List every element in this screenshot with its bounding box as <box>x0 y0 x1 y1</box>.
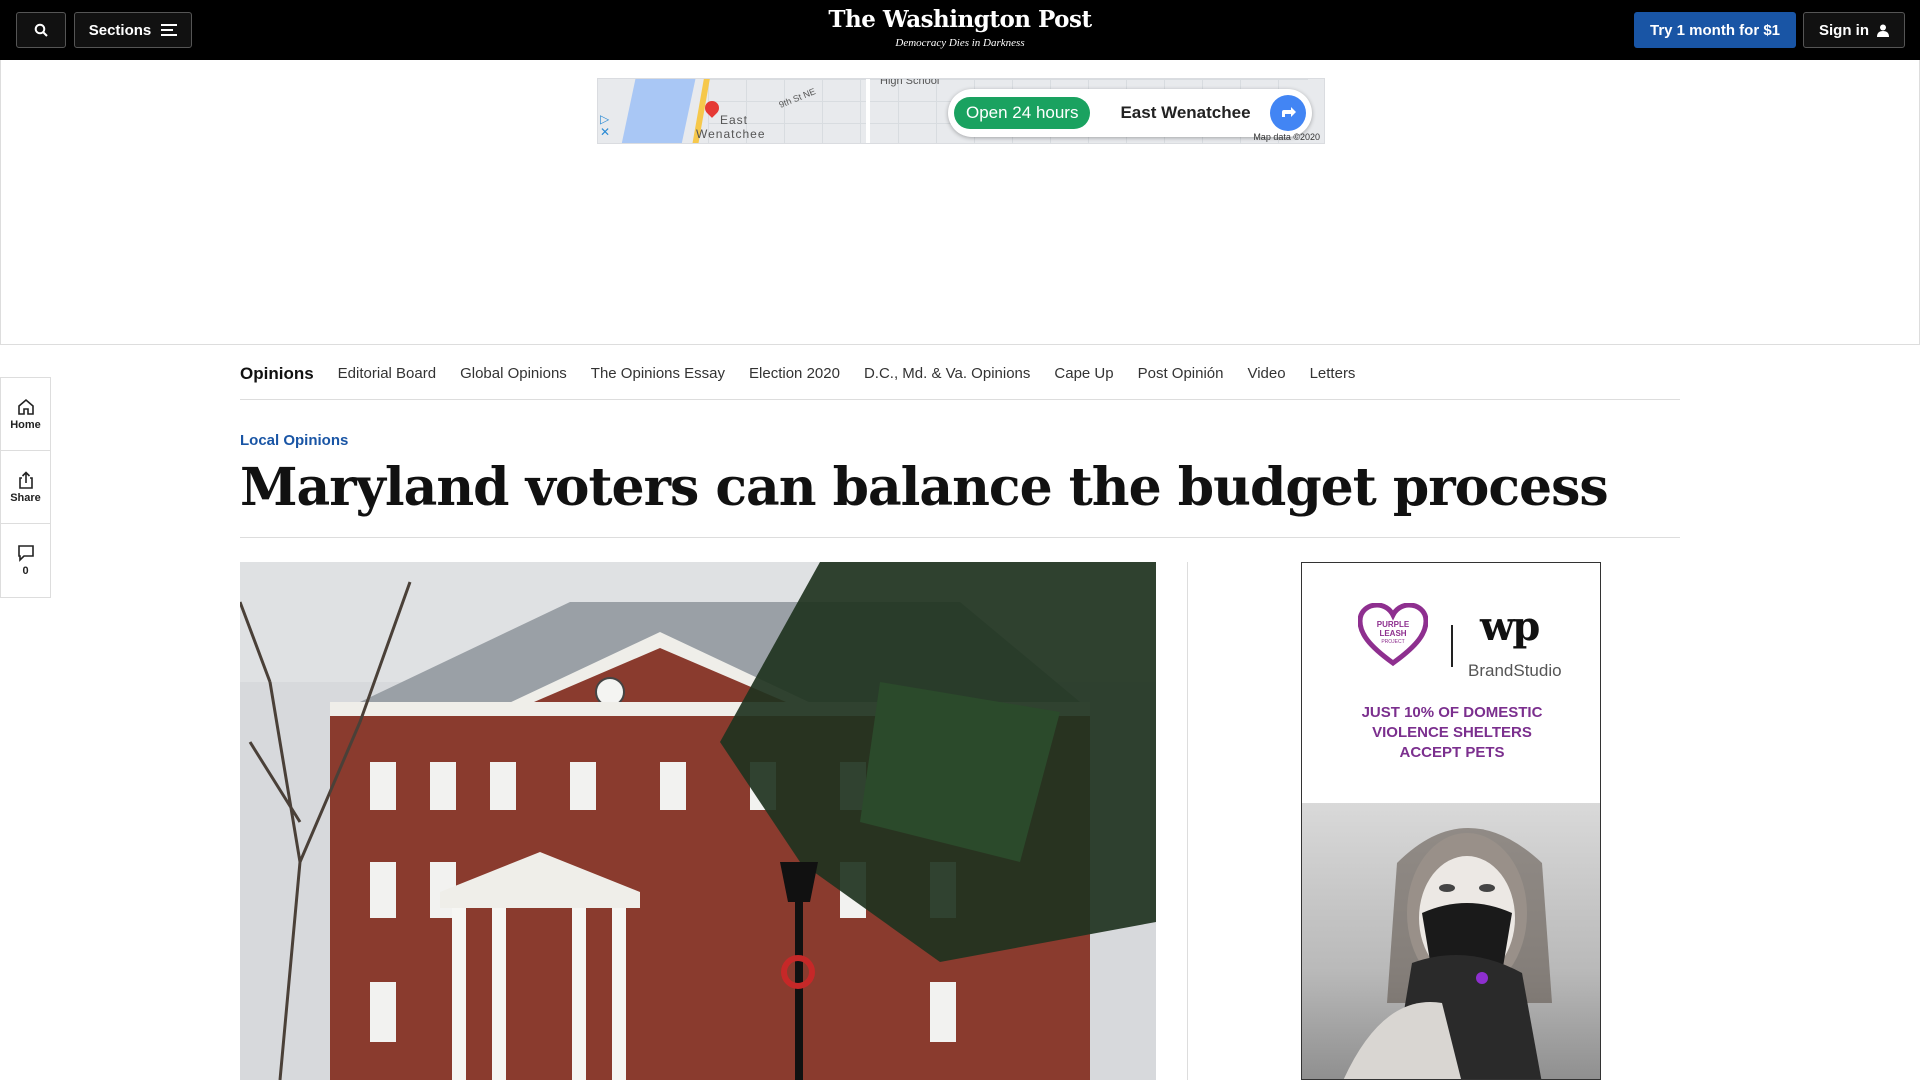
ad-headline-line: VIOLENCE SHELTERS <box>1372 724 1532 741</box>
subnav-item-global-opinions[interactable]: Global Opinions <box>460 365 567 382</box>
home-button[interactable]: Home <box>1 378 50 451</box>
masthead-title: The Washington Post <box>828 6 1092 33</box>
masthead-tagline: Democracy Dies in Darkness <box>895 37 1025 49</box>
sections-label: Sections <box>88 21 152 39</box>
map-label: Wenatchee <box>696 127 766 141</box>
ad-headline-line: ACCEPT PETS <box>1399 744 1505 761</box>
article-lead-photo <box>240 562 1156 1080</box>
search-button[interactable] <box>16 12 66 48</box>
ad-photo <box>1302 803 1600 1079</box>
map-advertisement[interactable]: East Wenatchee 9th St NE High School ▷ ✕ … <box>597 78 1325 144</box>
comments-button[interactable]: 0 <box>1 524 50 597</box>
search-icon <box>34 23 48 37</box>
lead-photo-illustration <box>240 562 1156 1080</box>
comments-count: 0 <box>22 565 29 577</box>
home-label: Home <box>10 418 41 431</box>
subnav-title[interactable]: Opinions <box>240 364 314 384</box>
column-divider <box>1187 562 1188 1080</box>
sidebar-advertisement[interactable]: PURPLE LEASH PROJECT wp BrandStudio JUST… <box>1301 562 1601 1080</box>
ad-headline-line: JUST 10% OF DOMESTIC <box>1361 704 1543 721</box>
share-button[interactable]: Share <box>1 451 50 524</box>
map-road <box>866 79 870 143</box>
subnav-item-letters[interactable]: Letters <box>1310 365 1356 382</box>
masthead-logo[interactable]: The Washington Post Democracy Dies in Da… <box>760 6 1160 50</box>
subnav-item-dc-md-va[interactable]: D.C., Md. & Va. Opinions <box>864 365 1030 382</box>
subnav-item-opinions-essay[interactable]: The Opinions Essay <box>591 365 725 382</box>
subnav-item-video[interactable]: Video <box>1247 365 1285 382</box>
article-headline: Maryland voters can balance the budget p… <box>240 457 1609 518</box>
map-place-name: East Wenatchee <box>1120 103 1251 122</box>
map-river <box>618 79 698 143</box>
purple-leash-line1: PURPLE <box>1377 620 1410 629</box>
share-label: Share <box>10 491 41 504</box>
subnav-item-editorial-board[interactable]: Editorial Board <box>338 365 436 382</box>
headline-divider <box>240 537 1680 538</box>
share-icon <box>18 470 33 489</box>
map-info-card[interactable]: Open 24 hours East Wenatchee <box>948 89 1312 137</box>
subscribe-button[interactable]: Try 1 month for $1 <box>1634 12 1796 48</box>
purple-leash-line3: PROJECT <box>1381 639 1404 645</box>
ad-photo-illustration <box>1343 828 1552 1079</box>
sign-in-label: Sign in <box>1819 21 1869 39</box>
ad-headline: JUST 10% OF DOMESTIC VIOLENCE SHELTERS A… <box>1302 703 1600 763</box>
ad-logo-row: PURPLE LEASH PROJECT wp BrandStudio <box>1302 603 1600 693</box>
sections-menu-button[interactable]: Sections <box>74 12 192 48</box>
wp-logo: wp <box>1480 603 1540 650</box>
purple-leash-line2: LEASH <box>1379 629 1406 638</box>
map-label: East <box>720 113 749 127</box>
map-school-label: High School <box>880 78 940 87</box>
sign-in-button[interactable]: Sign in <box>1803 12 1905 48</box>
logo-separator <box>1451 625 1453 667</box>
subnav-item-post-opinion[interactable]: Post Opinión <box>1138 365 1224 382</box>
subnav-item-cape-up[interactable]: Cape Up <box>1054 365 1113 382</box>
top-navigation-bar: Sections The Washington Post Democracy D… <box>0 0 1920 60</box>
map-attribution: Map data ©2020 <box>1253 132 1320 142</box>
article-kicker[interactable]: Local Opinions <box>240 432 348 449</box>
subnav-item-election-2020[interactable]: Election 2020 <box>749 365 840 382</box>
directions-icon[interactable] <box>1270 95 1306 131</box>
ad-choices-icon[interactable]: ▷ ✕ <box>600 113 610 139</box>
user-icon <box>1877 24 1889 37</box>
brandstudio-label: BrandStudio <box>1468 661 1562 680</box>
opinions-section-nav: Opinions Editorial Board Global Opinions… <box>240 348 1680 400</box>
top-ad-container: East Wenatchee 9th St NE High School ▷ ✕ … <box>0 60 1920 345</box>
comment-icon <box>17 545 34 562</box>
left-action-rail: Home Share 0 <box>0 377 51 598</box>
home-icon <box>17 398 34 415</box>
hamburger-menu-icon <box>161 24 178 36</box>
purple-leash-heart-logo: PURPLE LEASH PROJECT <box>1358 603 1428 667</box>
open-hours-badge: Open 24 hours <box>954 97 1091 129</box>
